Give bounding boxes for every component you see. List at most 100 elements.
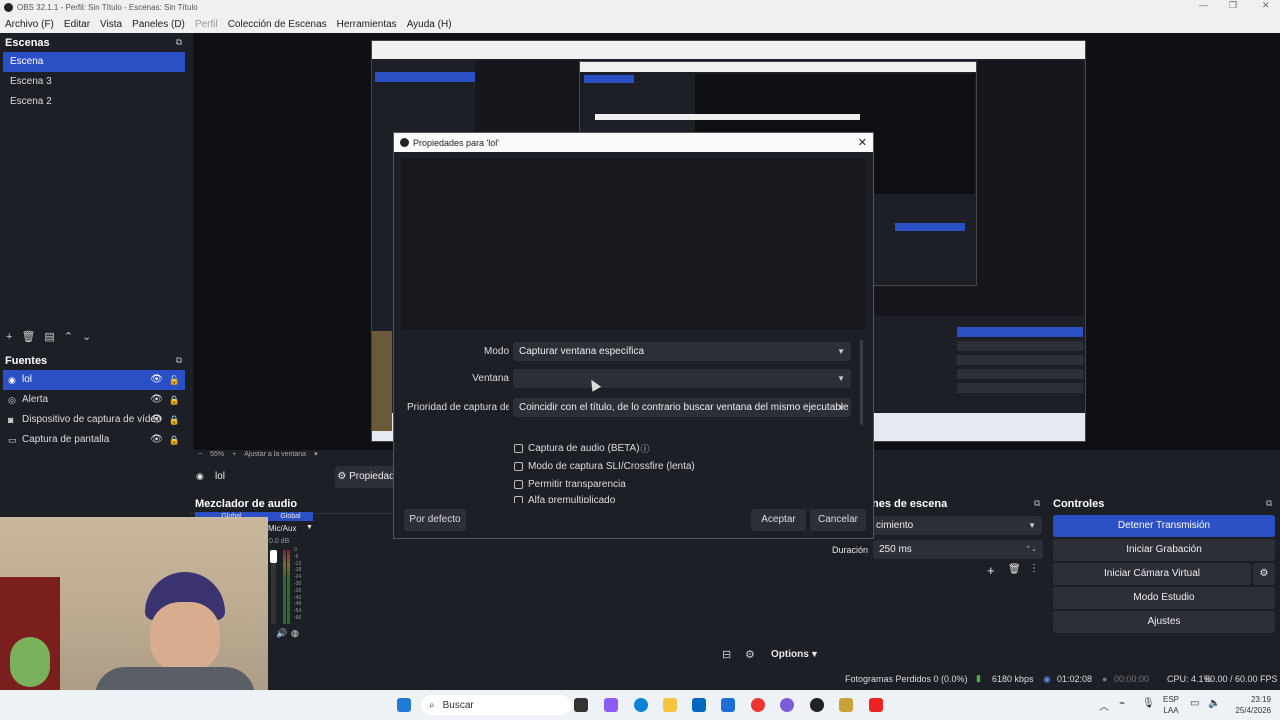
- chevron-down-icon[interactable]: ▼: [306, 524, 313, 531]
- window-select[interactable]: ▼: [513, 369, 851, 388]
- discord-icon[interactable]: [780, 698, 794, 712]
- visibility-eye-icon[interactable]: 👁: [150, 390, 163, 410]
- studio-mode-button[interactable]: Modo Estudio: [1053, 587, 1275, 609]
- close-window-icon[interactable]: ✕: [1262, 0, 1270, 11]
- filter-icon[interactable]: ▤: [44, 330, 54, 343]
- chevron-down-icon[interactable]: ▾: [314, 450, 318, 458]
- layout-icon[interactable]: ⊟: [722, 648, 731, 661]
- help-icon[interactable]: ⓘ: [641, 442, 650, 455]
- source-item[interactable]: ◉ lol 👁 🔓: [3, 370, 185, 390]
- taskview-icon[interactable]: [574, 698, 588, 712]
- undock-icon[interactable]: ⧉: [1266, 498, 1272, 509]
- chevron-down-icon: ▼: [837, 347, 845, 356]
- mode-select[interactable]: Capturar ventana específica ▼: [513, 342, 851, 361]
- source-item[interactable]: ▭ Captura de pantalla 👁 🔒: [3, 430, 185, 450]
- zoom-out-icon[interactable]: −: [198, 451, 202, 458]
- scenes-panel: Escenas ⧉ Escena Escena 3 Escena 2 + 🗑 ▤…: [0, 33, 188, 348]
- language-indicator[interactable]: ESP LAA: [1163, 694, 1179, 716]
- start-recording-button[interactable]: Iniciar Grabación: [1053, 539, 1275, 561]
- ok-button[interactable]: Aceptar: [751, 509, 806, 531]
- zoom-mode[interactable]: Ajustar a la ventana: [244, 451, 306, 458]
- scene-item[interactable]: Escena 3: [3, 72, 185, 92]
- volume-icon[interactable]: 🔈: [1208, 698, 1220, 709]
- undock-icon[interactable]: ⧉: [176, 37, 182, 48]
- monitor-icon[interactable]: ▭: [1190, 698, 1199, 709]
- add-transition-icon[interactable]: +: [987, 563, 995, 578]
- volume-slider-handle[interactable]: [270, 550, 277, 563]
- visibility-eye-icon[interactable]: 👁: [150, 370, 163, 390]
- lock-icon[interactable]: 🔒: [169, 390, 180, 410]
- app-icon[interactable]: [839, 698, 853, 712]
- visibility-eye-icon[interactable]: 👁: [150, 410, 163, 430]
- obs-icon[interactable]: [810, 698, 824, 712]
- maximize-icon[interactable]: ❐: [1229, 0, 1237, 11]
- defaults-button[interactable]: Por defecto: [404, 509, 466, 531]
- windows-start-icon[interactable]: [397, 698, 411, 712]
- options-button[interactable]: Options: [771, 649, 809, 660]
- chevron-down-icon[interactable]: ▼: [810, 649, 819, 659]
- undock-icon[interactable]: ⧉: [176, 355, 182, 366]
- plant: [10, 637, 50, 687]
- menu-archivo[interactable]: Archivo (F): [0, 19, 59, 30]
- chevron-up-icon[interactable]: ︿: [1099, 698, 1109, 713]
- lock-icon[interactable]: 🔒: [169, 430, 180, 450]
- menu-ayuda[interactable]: Ayuda (H): [402, 19, 457, 30]
- scene-item[interactable]: Escena 2: [3, 92, 185, 112]
- undock-icon[interactable]: ⧉: [1034, 498, 1040, 509]
- gear-icon[interactable]: ⚙: [745, 648, 755, 661]
- cancel-button[interactable]: Cancelar: [810, 509, 866, 531]
- spin-icon[interactable]: ⌃⌄: [1025, 540, 1037, 559]
- menu-perfil[interactable]: Perfil: [190, 19, 223, 30]
- lock-icon[interactable]: 🔓: [169, 370, 180, 390]
- menu-editar[interactable]: Editar: [59, 19, 95, 30]
- stream-icon: ◉: [1043, 674, 1051, 684]
- nested-inner-menubar: [580, 62, 976, 72]
- duration-spinbox[interactable]: 250 ms ⌃⌄: [873, 540, 1043, 559]
- scrollbar[interactable]: [860, 340, 863, 425]
- menu-vista[interactable]: Vista: [95, 19, 127, 30]
- source-item[interactable]: ◙ Dispositivo de captura de vídeo 👁 🔒: [3, 410, 185, 430]
- visibility-eye-icon[interactable]: 👁: [150, 430, 163, 450]
- transparency-checkbox[interactable]: Permitir transparencia: [514, 479, 626, 490]
- premultiplied-alpha-checkbox[interactable]: Alfa premultiplicado: [514, 495, 615, 503]
- lock-icon[interactable]: 🔒: [169, 410, 180, 430]
- taskbar-search[interactable]: ⌕ Buscar: [421, 695, 571, 715]
- move-down-icon[interactable]: ⌄: [82, 330, 91, 343]
- sli-mode-checkbox[interactable]: Modo de captura SLI/Crossfire (lenta): [514, 461, 695, 472]
- mic-icon[interactable]: 🎙: [1142, 698, 1155, 709]
- close-icon[interactable]: ✕: [858, 136, 867, 149]
- more-icon[interactable]: ⋮: [1029, 563, 1039, 574]
- edge-icon[interactable]: [634, 698, 648, 712]
- store-icon[interactable]: [692, 698, 706, 712]
- copilot-icon[interactable]: [604, 698, 618, 712]
- volume-slider[interactable]: [270, 550, 277, 624]
- transition-select[interactable]: cimiento ▼: [870, 516, 1042, 535]
- move-up-icon[interactable]: ⌃: [64, 330, 73, 343]
- nested-control-btn: [957, 369, 1083, 379]
- network-icon[interactable]: ⌁: [1119, 698, 1125, 709]
- properties-button[interactable]: ⚙ Propiedad: [335, 466, 397, 488]
- minimize-icon[interactable]: —: [1199, 0, 1208, 10]
- source-item[interactable]: ◎ Alerta 👁 🔒: [3, 390, 185, 410]
- outlook-icon[interactable]: [721, 698, 735, 712]
- menu-herramientas[interactable]: Herramientas: [332, 19, 402, 30]
- remove-scene-icon[interactable]: 🗑: [21, 330, 35, 343]
- speaker-icon[interactable]: 🔊: [276, 628, 287, 639]
- flash-icon[interactable]: [869, 698, 883, 712]
- audio-capture-checkbox[interactable]: Captura de audio (BETA) ⓘ: [514, 442, 650, 455]
- settings-button[interactable]: Ajustes: [1053, 611, 1275, 633]
- gear-icon[interactable]: ⚙: [1253, 563, 1275, 585]
- menu-paneles[interactable]: Paneles (D): [127, 19, 190, 30]
- headphones-icon[interactable]: ◍: [291, 628, 299, 639]
- clock[interactable]: 23:19 25/4/2026: [1225, 694, 1271, 716]
- stop-stream-button[interactable]: Detener Transmisión: [1053, 515, 1275, 537]
- remove-transition-icon[interactable]: 🗑: [1008, 564, 1021, 575]
- priority-select[interactable]: Coincidir con el título, de lo contrario…: [513, 398, 851, 417]
- start-virtual-camera-button[interactable]: Iniciar Cámara Virtual: [1053, 563, 1251, 585]
- chrome-icon[interactable]: [751, 698, 765, 712]
- menu-coleccion-escenas[interactable]: Colección de Escenas: [223, 19, 332, 30]
- file-explorer-icon[interactable]: [663, 698, 677, 712]
- add-scene-icon[interactable]: +: [6, 331, 12, 343]
- zoom-in-icon[interactable]: +: [232, 451, 236, 458]
- scene-item[interactable]: Escena: [3, 52, 185, 72]
